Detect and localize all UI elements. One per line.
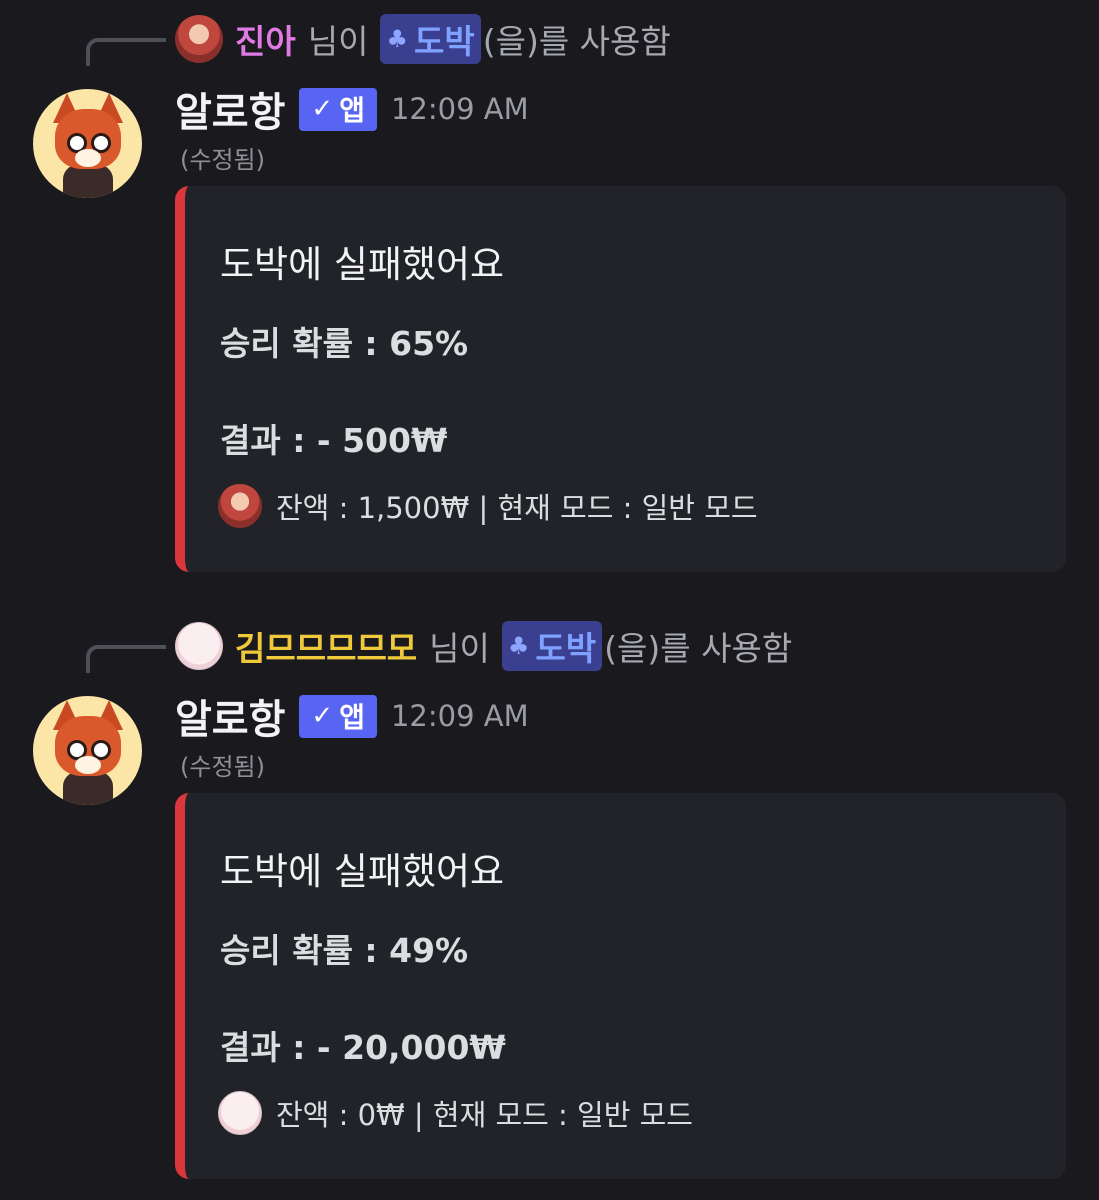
reply-username[interactable]: 진아 [235, 15, 296, 63]
reply-text: 님이 [429, 629, 490, 668]
command-label: 도박 [413, 22, 475, 61]
timestamp[interactable]: 12:09 AM [391, 699, 529, 733]
app-badge: ✓ 앱 [299, 694, 377, 738]
embed-footer: 잔액 : 1,500₩ | 현재 모드 : 일반 모드 [218, 484, 758, 528]
edited-label: (수정됨) [180, 753, 265, 781]
embed-probability: 승리 확률 : 49% [220, 931, 469, 970]
command-mention[interactable]: ♣ 도박 [501, 621, 603, 671]
edited-label: (수정됨) [180, 146, 265, 174]
bot-name[interactable]: 알로항 [175, 687, 285, 745]
bot-avatar[interactable] [33, 696, 142, 805]
embed-result: 결과 : - 500₩ [220, 421, 448, 460]
check-icon: ✓ [311, 701, 334, 731]
embed-result: 결과 : - 20,000₩ [220, 1028, 506, 1067]
embed-footer-text: 잔액 : 0₩ | 현재 모드 : 일반 모드 [276, 1098, 693, 1132]
message-header: 알로항 ✓ 앱 12:09 AM [175, 691, 529, 743]
bot-avatar[interactable] [33, 89, 142, 198]
embed-footer-text: 잔액 : 1,500₩ | 현재 모드 : 일반 모드 [276, 491, 758, 525]
reply-connector [86, 645, 166, 673]
bot-name[interactable]: 알로항 [175, 80, 285, 138]
footer-avatar [218, 484, 262, 528]
embed-title: 도박에 실패했어요 [220, 243, 505, 286]
reply-suffix: (을)를 사용함 [482, 22, 671, 61]
app-badge-label: 앱 [339, 94, 365, 127]
reply-username[interactable]: 김므므므므모 [235, 622, 417, 670]
command-mention[interactable]: ♣ 도박 [380, 14, 481, 64]
reply-connector [86, 38, 166, 66]
timestamp[interactable]: 12:09 AM [391, 92, 529, 126]
embed-footer: 잔액 : 0₩ | 현재 모드 : 일반 모드 [218, 1091, 693, 1135]
reply-text: 님이 [307, 22, 369, 61]
embed-probability: 승리 확률 : 65% [220, 324, 469, 363]
reply-context[interactable]: 김므므므므모 님이 ♣ 도박 (을)를 사용함 [175, 621, 792, 671]
command-icon: ♣ [386, 25, 408, 53]
embed: 도박에 실패했어요 승리 확률 : 65% 결과 : - 500₩ 잔액 : 1… [175, 186, 1066, 572]
footer-avatar [218, 1091, 262, 1135]
reply-suffix: (을)를 사용함 [604, 629, 793, 668]
embed: 도박에 실패했어요 승리 확률 : 49% 결과 : - 20,000₩ 잔액 … [175, 793, 1066, 1179]
command-label: 도박 [535, 629, 597, 668]
reply-avatar[interactable] [175, 15, 223, 63]
check-icon: ✓ [311, 94, 334, 124]
app-badge: ✓ 앱 [299, 87, 377, 131]
embed-title: 도박에 실패했어요 [220, 850, 505, 893]
message-header: 알로항 ✓ 앱 12:09 AM [175, 84, 529, 136]
reply-avatar[interactable] [175, 622, 223, 670]
command-icon: ♣ [507, 632, 530, 660]
reply-context[interactable]: 진아 님이 ♣ 도박 (을)를 사용함 [175, 14, 671, 64]
app-badge-label: 앱 [339, 701, 365, 734]
